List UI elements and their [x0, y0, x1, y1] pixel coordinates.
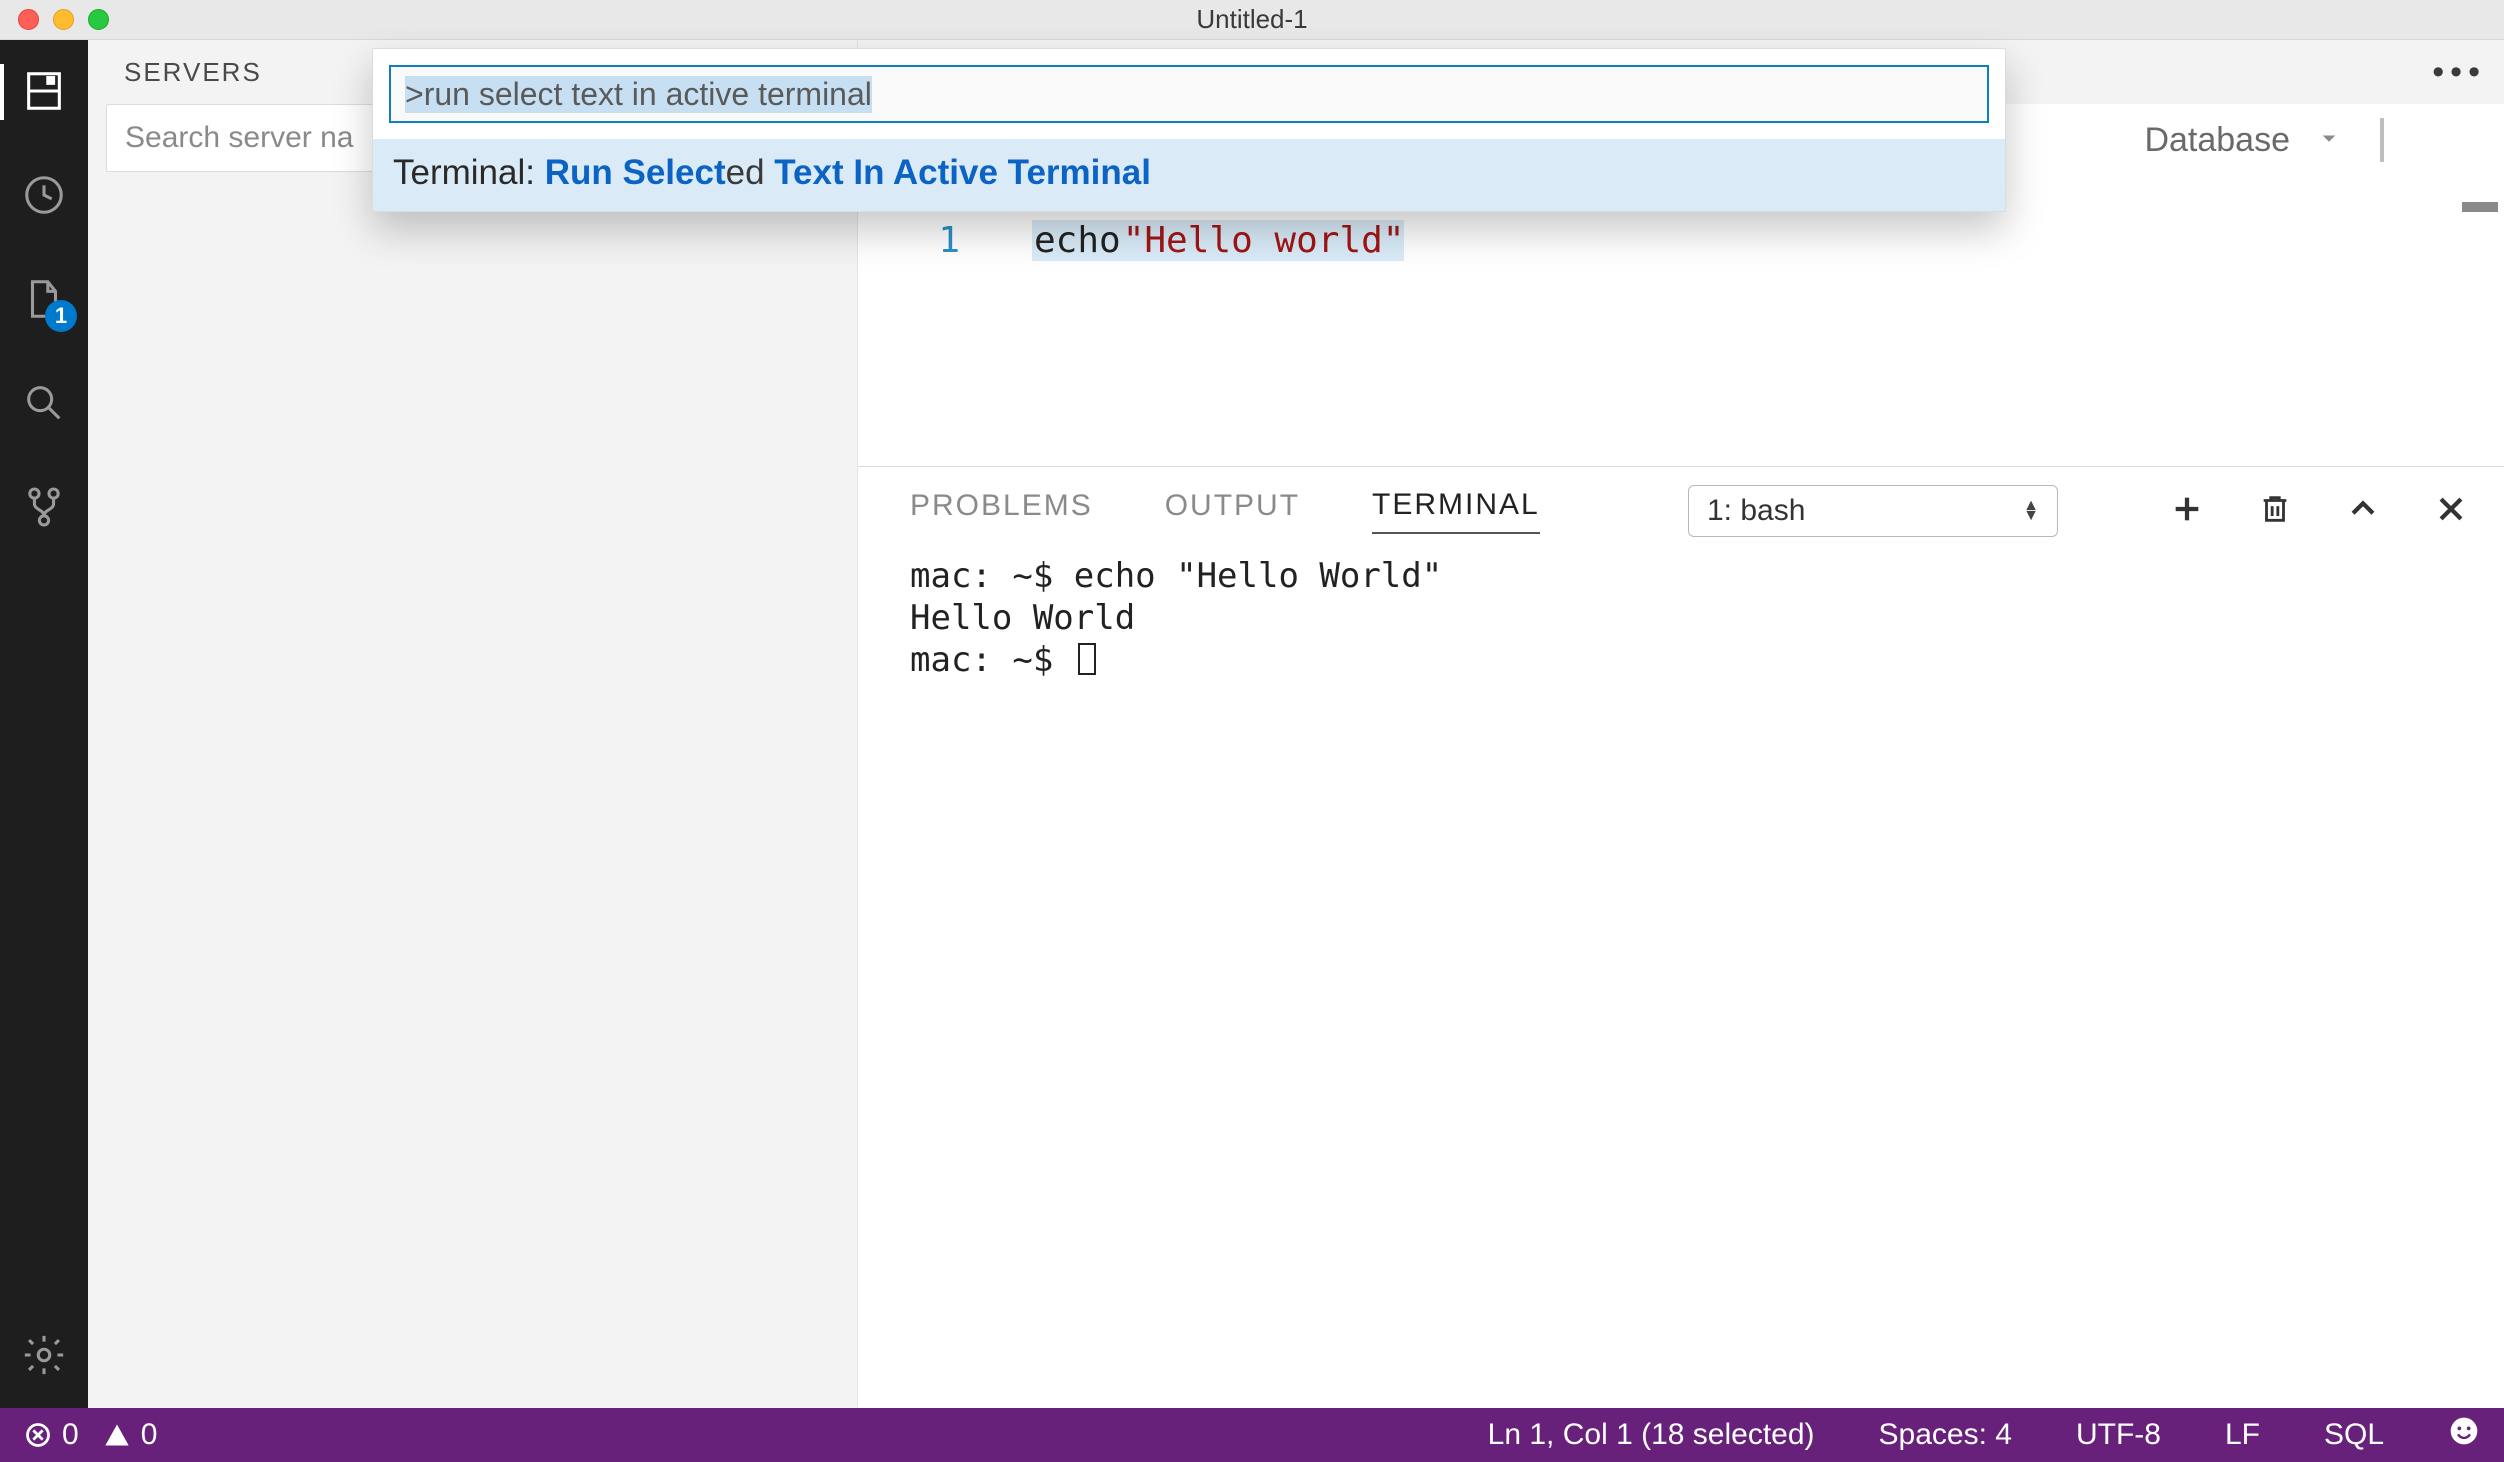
command-palette-query: >run select text in active terminal	[405, 76, 872, 113]
tab-problems[interactable]: PROBLEMS	[910, 489, 1093, 533]
window-title: Untitled-1	[0, 4, 2504, 35]
editor-group: ••• Database Explain 1 echo "Hello world…	[858, 40, 2504, 1408]
result-mid: ed	[726, 153, 775, 192]
files-view-icon[interactable]: 1	[21, 276, 67, 322]
editor-split-divider	[2380, 118, 2384, 162]
window-controls	[18, 9, 109, 30]
panel-tab-row: PROBLEMS OUTPUT TERMINAL 1: bash ▲▼	[858, 467, 2504, 537]
tab-terminal[interactable]: TERMINAL	[1372, 488, 1540, 534]
search-view-icon[interactable]	[21, 380, 67, 426]
warning-count: 0	[141, 1418, 158, 1452]
error-count: 0	[62, 1418, 79, 1452]
editor-more-actions-icon[interactable]: •••	[2432, 53, 2486, 92]
command-palette-result[interactable]: Terminal: Run Selected Text In Active Te…	[373, 139, 2005, 211]
terminal-cursor	[1078, 643, 1096, 675]
result-prefix: Terminal:	[393, 153, 545, 192]
title-bar: Untitled-1	[0, 0, 2504, 40]
command-palette-input[interactable]: >run select text in active terminal	[389, 65, 1989, 123]
source-control-view-icon[interactable]	[21, 484, 67, 530]
servers-sidebar: SERVERS Search server na	[88, 40, 858, 1408]
token-string: "Hello world"	[1123, 220, 1405, 261]
settings-gear-icon[interactable]	[21, 1332, 67, 1378]
close-panel-icon[interactable]	[2434, 492, 2468, 531]
result-hl1: Run Select	[545, 153, 726, 192]
status-language[interactable]: SQL	[2324, 1418, 2384, 1452]
status-spaces[interactable]: Spaces: 4	[1879, 1418, 2012, 1452]
kill-terminal-icon[interactable]	[2258, 492, 2292, 531]
status-encoding[interactable]: UTF-8	[2076, 1418, 2161, 1452]
minimize-window-button[interactable]	[53, 9, 74, 30]
bottom-panel: PROBLEMS OUTPUT TERMINAL 1: bash ▲▼ mac:…	[858, 466, 2504, 1408]
servers-view-icon[interactable]	[21, 68, 67, 114]
warning-icon	[103, 1421, 131, 1449]
panel-action-icons	[2170, 492, 2468, 531]
terminal-selector-label: 1: bash	[1707, 494, 1805, 528]
terminal-output[interactable]: mac: ~$ echo "Hello World" Hello World m…	[858, 537, 2504, 681]
feedback-smile-icon[interactable]	[2448, 1415, 2480, 1455]
result-hl2: Text In Active Terminal	[774, 153, 1151, 192]
new-terminal-icon[interactable]	[2170, 492, 2204, 531]
activity-bar: 1	[0, 40, 88, 1408]
minimap-indicator	[2462, 202, 2498, 212]
active-indicator	[0, 64, 4, 120]
stepper-arrows-icon: ▲▼	[2023, 501, 2039, 521]
status-eol[interactable]: LF	[2225, 1418, 2260, 1452]
files-badge: 1	[45, 300, 77, 332]
history-view-icon[interactable]	[21, 172, 67, 218]
token-echo: echo	[1032, 220, 1123, 261]
terminal-selector[interactable]: 1: bash ▲▼	[1688, 485, 2058, 537]
chevron-down-icon[interactable]	[2314, 123, 2344, 158]
zoom-window-button[interactable]	[88, 9, 109, 30]
status-problems[interactable]: 0 0	[24, 1418, 157, 1452]
terminal-line: Hello World	[910, 597, 2504, 639]
terminal-line: mac: ~$	[910, 639, 2504, 681]
terminal-line: mac: ~$ echo "Hello World"	[910, 555, 2504, 597]
code-editor[interactable]: Explain 1 echo "Hello world"	[858, 176, 2504, 466]
main-area: 1 SERVERS Search server na ••• Database	[0, 40, 2504, 1408]
line-number: 1	[920, 220, 960, 261]
code-line-1: 1 echo "Hello world"	[920, 220, 1404, 261]
close-window-button[interactable]	[18, 9, 39, 30]
error-icon	[24, 1421, 52, 1449]
tab-output[interactable]: OUTPUT	[1165, 489, 1300, 533]
status-cursor[interactable]: Ln 1, Col 1 (18 selected)	[1488, 1418, 1815, 1452]
database-dropdown-label[interactable]: Database	[2144, 121, 2290, 160]
maximize-panel-icon[interactable]	[2346, 492, 2380, 531]
command-palette: >run select text in active terminal Term…	[372, 48, 2006, 212]
status-bar: 0 0 Ln 1, Col 1 (18 selected) Spaces: 4 …	[0, 1408, 2504, 1462]
